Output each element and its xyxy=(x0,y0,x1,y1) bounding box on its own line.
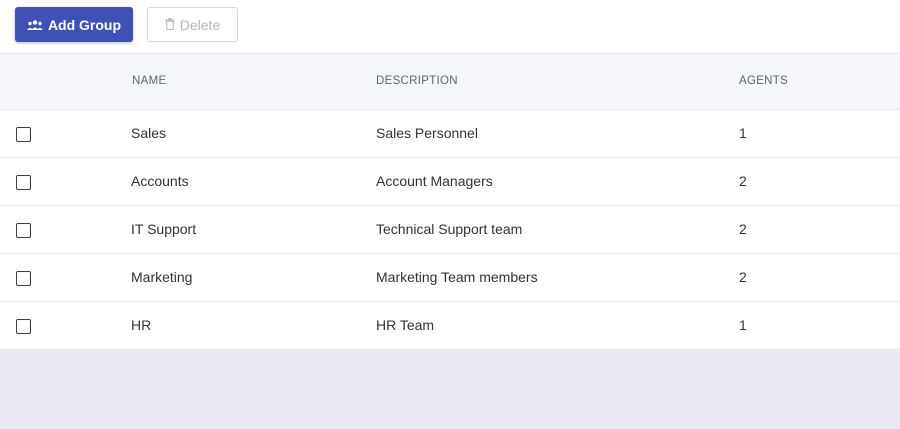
add-group-label: Add Group xyxy=(47,16,122,33)
group-agents-count: 2 xyxy=(739,221,747,237)
group-agents-count: 1 xyxy=(739,317,747,333)
group-description: HR Team xyxy=(376,317,435,333)
groups-table: NAME DESCRIPTION AGENTS Sales Sales Pers… xyxy=(0,53,900,350)
group-name: Sales xyxy=(131,125,167,141)
group-description: Marketing Team members xyxy=(376,269,538,285)
group-name: HR xyxy=(131,317,152,333)
row-checkbox[interactable] xyxy=(16,127,31,142)
delete-button[interactable]: Delete xyxy=(147,7,238,42)
table-row[interactable]: Accounts Account Managers 2 xyxy=(0,158,900,206)
group-name: IT Support xyxy=(131,221,197,237)
row-checkbox[interactable] xyxy=(16,271,31,286)
group-description: Sales Personnel xyxy=(376,125,478,141)
group-agents-count: 2 xyxy=(739,269,747,285)
table-row[interactable]: HR HR Team 1 xyxy=(0,302,900,350)
table-row[interactable]: Marketing Marketing Team members 2 xyxy=(0,254,900,302)
empty-area xyxy=(0,350,900,429)
column-header-agents[interactable]: AGENTS xyxy=(739,75,788,87)
group-icon xyxy=(26,17,48,33)
group-agents-count: 2 xyxy=(739,173,747,189)
group-description: Account Managers xyxy=(376,173,493,189)
add-group-button[interactable]: Add Group xyxy=(15,7,133,42)
column-header-description[interactable]: DESCRIPTION xyxy=(376,75,458,87)
table-row[interactable]: Sales Sales Personnel 1 xyxy=(0,110,900,158)
column-header-name[interactable]: NAME xyxy=(132,75,166,87)
row-checkbox[interactable] xyxy=(16,319,31,334)
table-row[interactable]: IT Support Technical Support team 2 xyxy=(0,206,900,254)
row-checkbox[interactable] xyxy=(16,223,31,238)
delete-label: Delete xyxy=(179,16,221,33)
toolbar: Add Group Delete xyxy=(0,0,900,53)
group-name: Marketing xyxy=(131,269,193,285)
group-description: Technical Support team xyxy=(376,221,523,237)
row-checkbox[interactable] xyxy=(16,175,31,190)
group-agents-count: 1 xyxy=(739,125,747,141)
table-header: NAME DESCRIPTION AGENTS xyxy=(0,53,900,110)
group-name: Accounts xyxy=(131,173,189,189)
trash-icon xyxy=(165,17,180,33)
